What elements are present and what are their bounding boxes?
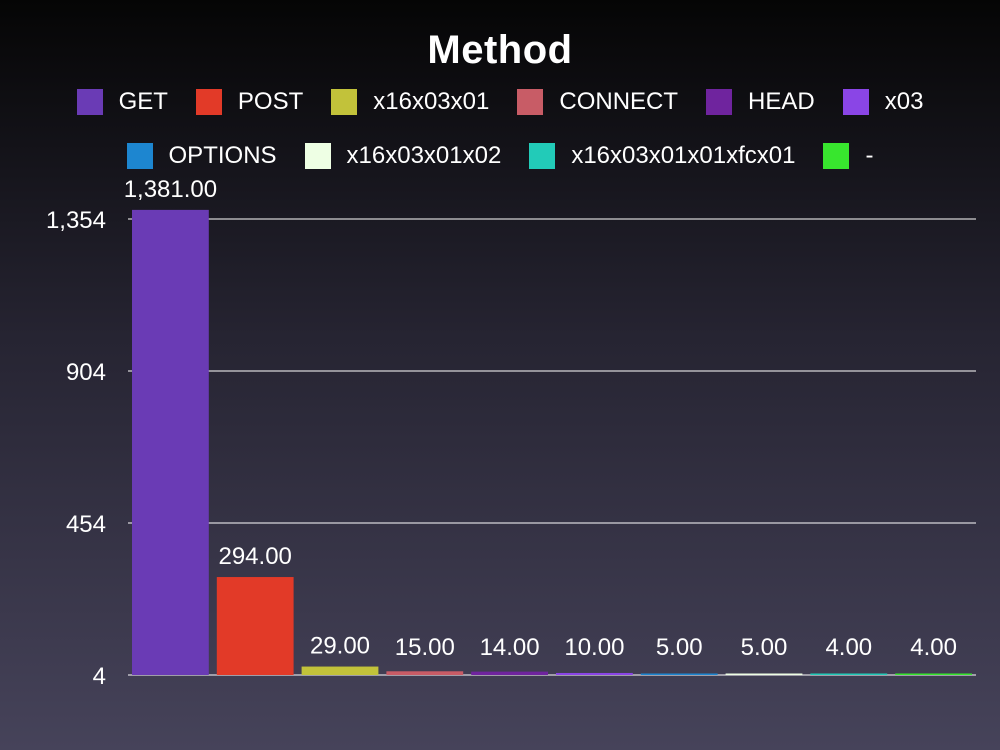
bar [471,671,548,675]
bar [132,209,209,675]
bar [386,671,464,675]
data-label: 294.00 [218,543,291,570]
bar [216,577,294,675]
y-tick-label: 1,354 [46,207,106,234]
data-label: 29.00 [310,633,370,660]
data-label: 5.00 [656,634,703,661]
data-label: 4.00 [910,634,957,661]
y-tick-label: 904 [66,359,106,386]
bar [895,673,972,675]
bar [810,673,888,675]
bar [725,673,803,675]
bar [301,666,379,675]
data-label: 14.00 [480,634,540,661]
data-label: 4.00 [825,634,872,661]
y-tick-label: 454 [66,511,106,538]
data-label: 10.00 [564,634,624,661]
data-label: 5.00 [741,634,788,661]
chart-plot: 4 454 904 1,354 1,381.00 294.00 29.00 15.00 14.0… [46,176,976,690]
bar [556,672,633,675]
data-label: 1,381.00 [124,176,217,203]
data-label: 15.00 [395,634,455,661]
bar [640,673,718,675]
y-tick-label: 4 [93,663,106,690]
